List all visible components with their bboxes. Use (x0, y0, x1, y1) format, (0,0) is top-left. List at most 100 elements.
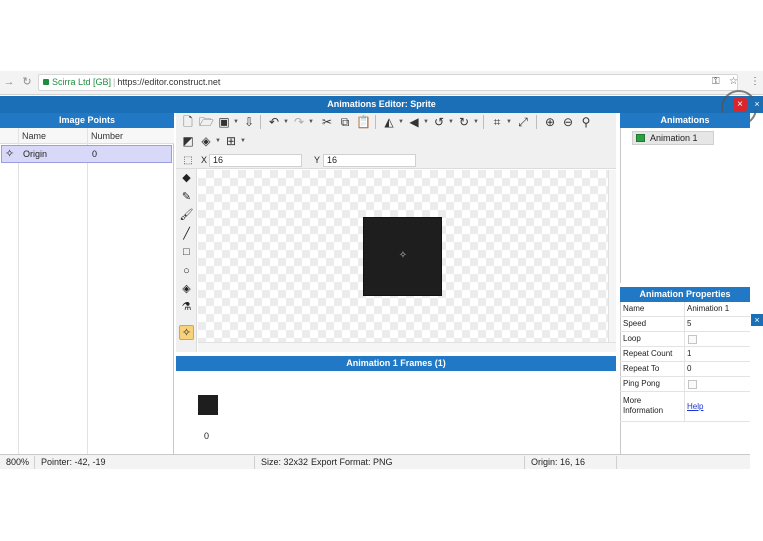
panel-close-icon[interactable]: × (751, 314, 763, 326)
url-text: https://editor.construct.net (117, 77, 221, 87)
grid-icon[interactable]: ⊞ (224, 134, 238, 148)
flip-horizontal-icon[interactable]: ◭ (382, 115, 396, 129)
address-bar[interactable]: Scirra Ltd [GB] | https://editor.construct… (38, 74, 738, 91)
pencil-icon[interactable]: ✎ (179, 190, 194, 205)
more-info-line-2: Information (623, 406, 664, 415)
save-dropdown-icon[interactable]: ▼ (233, 115, 239, 129)
property-row-name[interactable]: Name Animation 1 (620, 302, 750, 317)
property-label: Speed (623, 319, 647, 328)
column-number[interactable]: Number (91, 128, 123, 144)
line-icon[interactable]: ╱ (179, 227, 194, 242)
image-points-panel: Image Points Name Number ✧ Origin 0 (0, 113, 174, 454)
lock-icon (43, 79, 49, 85)
property-row-ping-pong[interactable]: Ping Pong (620, 377, 750, 392)
frame-number: 0 (204, 431, 210, 441)
zoom-out-icon[interactable]: ⊖ (561, 115, 575, 129)
menu-icon[interactable]: ⋮ (750, 76, 760, 87)
x-field[interactable]: 16 (209, 154, 302, 167)
color-mode-icon[interactable]: ◩ (181, 134, 195, 148)
layers-dropdown-icon[interactable]: ▼ (215, 134, 221, 148)
rotate-right-dropdown-icon[interactable]: ▼ (473, 115, 479, 129)
frames-header: Animation 1 Frames (1) (176, 356, 616, 371)
copy-icon[interactable]: ⧉ (338, 115, 352, 129)
new-file-icon[interactable]: 🗋 (181, 115, 195, 129)
properties-header: Animation Properties (620, 287, 750, 302)
toolbar-separator (375, 115, 376, 129)
y-field[interactable]: 16 (323, 154, 416, 167)
cut-icon[interactable]: ✂ (320, 115, 334, 129)
property-row-loop[interactable]: Loop (620, 332, 750, 347)
zoom-in-icon[interactable]: ⊕ (543, 115, 557, 129)
status-bar: 800% Pointer: -42, -19 Size: 32x32 Expor… (0, 454, 750, 469)
property-label: More Information (623, 396, 663, 416)
selection-icon[interactable]: ⬚ (181, 154, 195, 168)
property-row-more-information[interactable]: More Information Help (620, 392, 750, 422)
image-point-tool-icon[interactable]: ✧ (179, 325, 194, 340)
layers-icon[interactable]: ◈ (199, 134, 213, 148)
property-value[interactable]: 5 (687, 319, 691, 328)
rotate-left-dropdown-icon[interactable]: ▼ (448, 115, 454, 129)
frame-thumbnail[interactable] (198, 395, 218, 415)
fill-bucket-icon[interactable]: ◈ (179, 282, 194, 297)
paste-icon[interactable]: 📋 (356, 115, 371, 129)
rotate-left-icon[interactable]: ↺ (432, 115, 446, 129)
origin-marker-icon[interactable]: ✧ (397, 250, 409, 262)
image-points-header: Image Points (0, 113, 174, 128)
help-link[interactable]: Help (687, 402, 703, 411)
status-separator (254, 456, 255, 469)
undo-icon[interactable]: ↶ (267, 115, 281, 129)
redo-dropdown-icon[interactable]: ▼ (308, 115, 314, 129)
animation-list-item[interactable]: Animation 1 (632, 131, 714, 145)
grid-dropdown-icon[interactable]: ▼ (240, 134, 246, 148)
crop-icon[interactable]: ⌗ (490, 115, 504, 129)
redo-icon[interactable]: ↷ (292, 115, 306, 129)
property-value[interactable]: 1 (687, 349, 691, 358)
editor-title: Animations Editor: Sprite (0, 96, 763, 113)
loop-checkbox[interactable] (688, 335, 697, 344)
site-identity: Scirra Ltd [GB] (52, 77, 112, 87)
y-label: Y (314, 155, 321, 165)
editor-toolbar: 🗋 🗁 ▣ ▼ ⇩ ↶ ▼ ↷ ▼ ✂ ⧉ 📋 ◭ ▼ ◀ ▼ ↺ ▼ ↻ ▼ … (176, 113, 616, 153)
property-label: Loop (623, 334, 641, 343)
resize-icon[interactable]: ⤢ (516, 115, 530, 129)
export-icon[interactable]: ⇩ (242, 115, 256, 129)
side-close-icon[interactable]: × (751, 98, 763, 110)
star-icon[interactable]: ☆ (729, 76, 738, 87)
property-row-repeat-to[interactable]: Repeat To 0 (620, 362, 750, 377)
property-value[interactable]: 0 (687, 364, 691, 373)
flip-horizontal-dropdown-icon[interactable]: ▼ (398, 115, 404, 129)
property-row-repeat-count[interactable]: Repeat Count 1 (620, 347, 750, 362)
canvas-vertical-scrollbar[interactable] (608, 170, 616, 342)
drawing-tools: ◆ ✎ 🖌 ╱ □ ○ ◈ ⚗ ✧ (176, 169, 197, 352)
key-icon[interactable]: ⚿ (712, 76, 720, 87)
ellipse-icon[interactable]: ○ (179, 264, 194, 279)
browser-toolbar: → ↻ Scirra Ltd [GB] | https://editor.const… (0, 71, 763, 95)
rectangle-icon[interactable]: □ (179, 245, 194, 260)
rotate-right-icon[interactable]: ↻ (457, 115, 471, 129)
column-name[interactable]: Name (22, 128, 46, 144)
crop-dropdown-icon[interactable]: ▼ (506, 115, 512, 129)
property-value[interactable]: Animation 1 (687, 304, 729, 313)
table-row[interactable]: ✧ Origin 0 (1, 145, 172, 163)
ping-pong-checkbox[interactable] (688, 380, 697, 389)
reload-icon[interactable]: ↻ (21, 76, 33, 88)
point-name: Origin (23, 149, 48, 159)
point-number: 0 (92, 149, 98, 159)
flip-vertical-icon[interactable]: ◀ (407, 115, 421, 129)
undo-dropdown-icon[interactable]: ▼ (283, 115, 289, 129)
color-picker-icon[interactable]: ⚗ (179, 300, 194, 315)
property-label: Name (623, 304, 645, 313)
save-icon[interactable]: ▣ (217, 115, 231, 129)
zoom-level: 800% (6, 457, 30, 467)
open-folder-icon[interactable]: 🗁 (199, 115, 214, 129)
eraser-icon[interactable]: ◆ (179, 171, 194, 186)
toolbar-separator (483, 115, 484, 129)
property-row-speed[interactable]: Speed 5 (620, 317, 750, 332)
flip-vertical-dropdown-icon[interactable]: ▼ (423, 115, 429, 129)
image-size: Size: 32x32 (261, 457, 309, 467)
forward-icon[interactable]: → (3, 76, 15, 88)
property-column-divider (684, 302, 685, 422)
canvas-horizontal-scrollbar[interactable] (198, 342, 616, 352)
brush-icon[interactable]: 🖌 (179, 208, 194, 223)
zoom-reset-icon[interactable]: ⚲ (579, 115, 593, 129)
